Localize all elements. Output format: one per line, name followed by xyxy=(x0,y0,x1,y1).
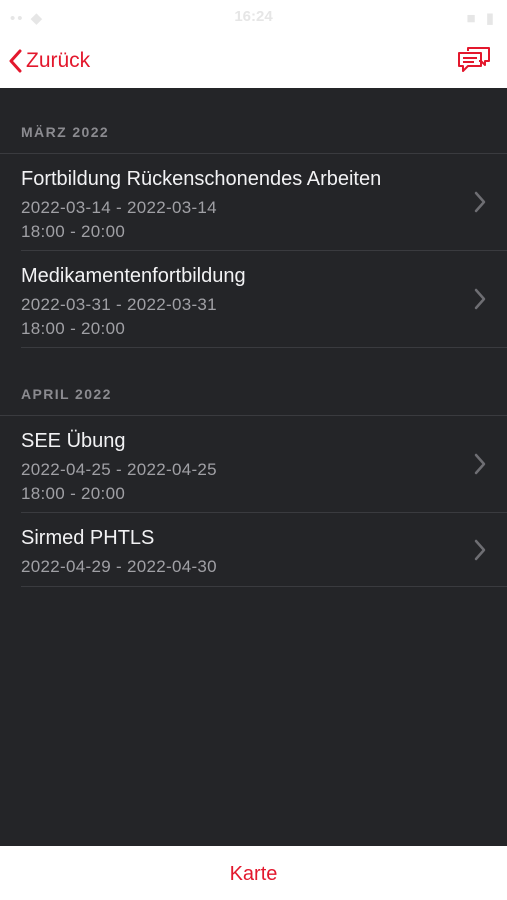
event-dates: 2022-03-31 - 2022-03-31 xyxy=(21,295,217,314)
chat-bubbles-icon xyxy=(458,47,490,72)
battery-icon: ■ ▮ xyxy=(466,10,497,27)
list-item[interactable]: Medikamentenfortbildung 2022-03-31 - 202… xyxy=(21,251,507,348)
section-header-maerz: MÄRZ 2022 xyxy=(0,88,507,154)
back-button-label: Zurück xyxy=(26,49,91,72)
event-times: 18:00 - 20:00 xyxy=(21,484,126,503)
event-dates: 2022-04-25 - 2022-04-25 xyxy=(21,460,217,479)
event-times: 18:00 - 20:00 xyxy=(21,222,126,241)
event-title: Medikamentenfortbildung xyxy=(21,265,246,287)
status-time: 16:24 xyxy=(234,8,273,25)
chevron-right-icon xyxy=(474,539,486,560)
list-item[interactable]: Sirmed PHTLS 2022-04-29 - 2022-04-30 xyxy=(21,513,507,587)
list-item[interactable]: SEE Übung 2022-04-25 - 2022-04-25 18:00 … xyxy=(21,416,507,513)
chevron-right-icon xyxy=(474,191,486,213)
chat-button[interactable] xyxy=(457,44,491,76)
event-dates: 2022-03-14 - 2022-03-14 xyxy=(21,198,217,217)
map-button[interactable]: Karte xyxy=(230,863,278,886)
event-times: 18:00 - 20:00 xyxy=(21,319,126,338)
event-dates: 2022-04-29 - 2022-04-30 xyxy=(21,557,217,576)
back-button[interactable]: Zurück xyxy=(8,46,90,76)
list-item[interactable]: Fortbildung Rückenschonendes Arbeiten 20… xyxy=(21,154,507,251)
event-title: Sirmed PHTLS xyxy=(21,527,155,549)
navigation-bar: Zurück xyxy=(0,36,507,88)
event-list: MÄRZ 2022 Fortbildung Rückenschonendes A… xyxy=(0,88,507,846)
chevron-left-icon xyxy=(9,49,22,73)
status-bar: •• ◆ 16:24 ■ ▮ xyxy=(0,0,507,36)
chevron-right-icon xyxy=(474,453,486,475)
section-header-april: APRIL 2022 xyxy=(0,348,507,416)
event-title: SEE Übung xyxy=(21,430,126,452)
chevron-right-icon xyxy=(474,288,486,310)
event-title: Fortbildung Rückenschonendes Arbeiten xyxy=(21,168,382,190)
bottom-bar: Karte xyxy=(0,846,507,900)
app-screen: •• ◆ 16:24 ■ ▮ Zurück MÄRZ 2022 Fortbild… xyxy=(0,0,507,900)
